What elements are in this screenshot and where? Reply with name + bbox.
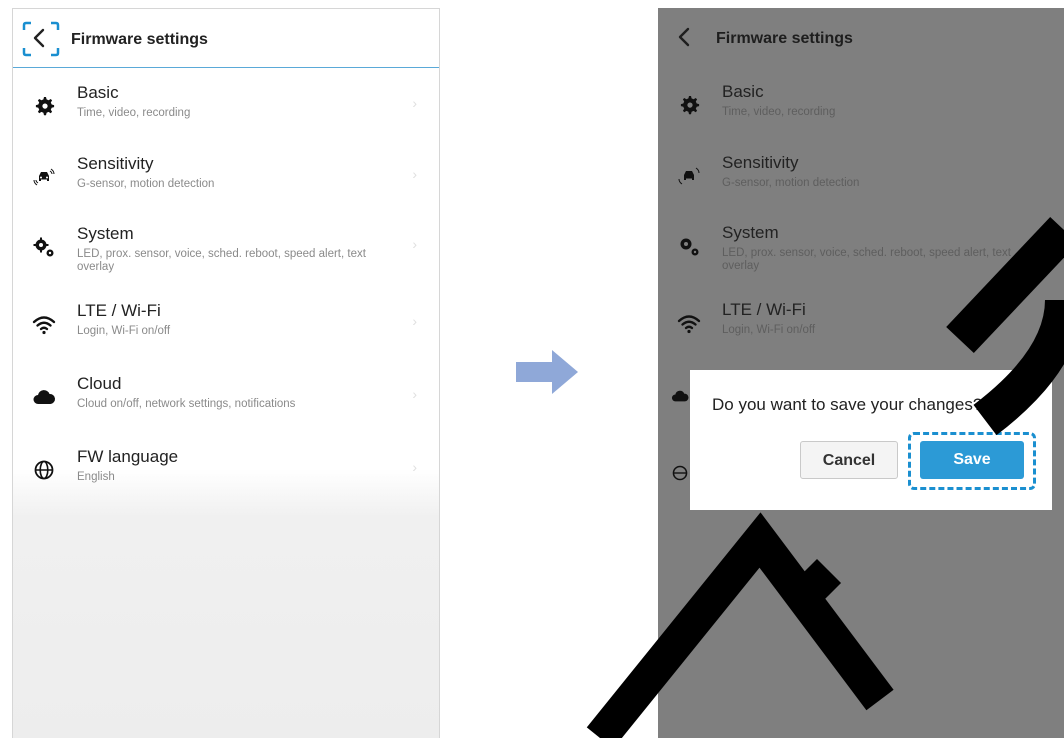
save-button[interactable]: Save: [920, 441, 1024, 479]
item-title: Cloud: [77, 374, 122, 393]
item-title: System: [77, 224, 134, 243]
menu-item-fw-language[interactable]: FW language English ›: [13, 447, 439, 517]
item-title: Sensitivity: [77, 154, 154, 173]
firmware-settings-screen-dialog: Firmware settings Basic Time, video, rec…: [658, 8, 1064, 738]
item-subtitle: G-sensor, motion detection: [77, 178, 215, 190]
back-button[interactable]: [22, 21, 60, 57]
gears-icon: [33, 237, 54, 257]
page-title: Firmware settings: [71, 31, 208, 48]
item-title: LTE / Wi-Fi: [722, 300, 806, 319]
header: Firmware settings: [13, 9, 439, 68]
cloud-icon: [671, 390, 689, 402]
chevron-right-icon: ›: [412, 166, 417, 182]
item-title: LTE / Wi-Fi: [77, 301, 161, 320]
car-sensor-icon: [33, 168, 55, 186]
chevron-right-icon: ›: [412, 313, 417, 329]
item-subtitle: Login, Wi-Fi on/off: [722, 324, 816, 336]
firmware-settings-screen: Firmware settings Basic Time, video, rec…: [12, 8, 440, 738]
item-subtitle: Time, video, recording: [77, 107, 191, 119]
item-subtitle: Login, Wi-Fi on/off: [77, 325, 171, 337]
item-title: Sensitivity: [722, 153, 799, 172]
wifi-icon: [32, 316, 56, 335]
menu-item-lte-wifi[interactable]: LTE / Wi-Fi Login, Wi-Fi on/off: [658, 300, 1064, 370]
menu-item-basic[interactable]: Basic Time, video, recording: [658, 82, 1064, 152]
save-changes-dialog: Do you want to save your changes? Cancel…: [690, 370, 1052, 510]
item-subtitle: LED, prox. sensor, voice, sched. reboot,…: [77, 248, 366, 273]
menu-item-lte-wifi[interactable]: LTE / Wi-Fi Login, Wi-Fi on/off ›: [13, 301, 439, 371]
transition-arrow-icon: [516, 350, 578, 394]
menu-item-sensitivity[interactable]: Sensitivity G-sensor, motion detection ›: [13, 154, 439, 224]
item-title: System: [722, 223, 779, 242]
back-arrow-icon: [678, 27, 690, 47]
dialog-message: Do you want to save your changes?: [712, 395, 983, 414]
cancel-button[interactable]: Cancel: [800, 441, 898, 479]
gears-icon: [680, 238, 699, 256]
wifi-icon: [677, 315, 701, 334]
globe-icon: [34, 460, 54, 480]
item-subtitle: Cloud on/off, network settings, notifica…: [77, 398, 296, 410]
item-subtitle: LED, prox. sensor, voice, sched. reboot,…: [722, 247, 1011, 272]
header: Firmware settings: [658, 8, 1064, 66]
chevron-right-icon: ›: [412, 459, 417, 475]
item-title: Basic: [77, 83, 119, 102]
globe-icon: [672, 465, 688, 481]
back-arrow-icon: [33, 28, 45, 48]
chevron-right-icon: ›: [412, 236, 417, 252]
page-title: Firmware settings: [716, 30, 853, 47]
chevron-right-icon: ›: [412, 386, 417, 402]
gear-icon: [680, 96, 700, 115]
menu-item-sensitivity[interactable]: Sensitivity G-sensor, motion detection: [658, 153, 1064, 223]
item-title: Basic: [722, 82, 764, 101]
menu-item-basic[interactable]: Basic Time, video, recording ›: [13, 83, 439, 153]
chevron-right-icon: ›: [412, 95, 417, 111]
menu-item-system[interactable]: System LED, prox. sensor, voice, sched. …: [658, 223, 1064, 293]
item-subtitle: Time, video, recording: [722, 106, 836, 118]
item-subtitle: English: [77, 471, 115, 483]
menu-item-cloud[interactable]: Cloud Cloud on/off, network settings, no…: [13, 374, 439, 444]
cloud-icon: [33, 390, 56, 404]
menu-item-system[interactable]: System LED, prox. sensor, voice, sched. …: [13, 224, 439, 294]
back-button[interactable]: [670, 22, 698, 50]
item-subtitle: G-sensor, motion detection: [722, 177, 860, 189]
gear-icon: [35, 97, 55, 116]
item-title: FW language: [77, 447, 179, 466]
car-sensor-icon: [678, 167, 700, 185]
